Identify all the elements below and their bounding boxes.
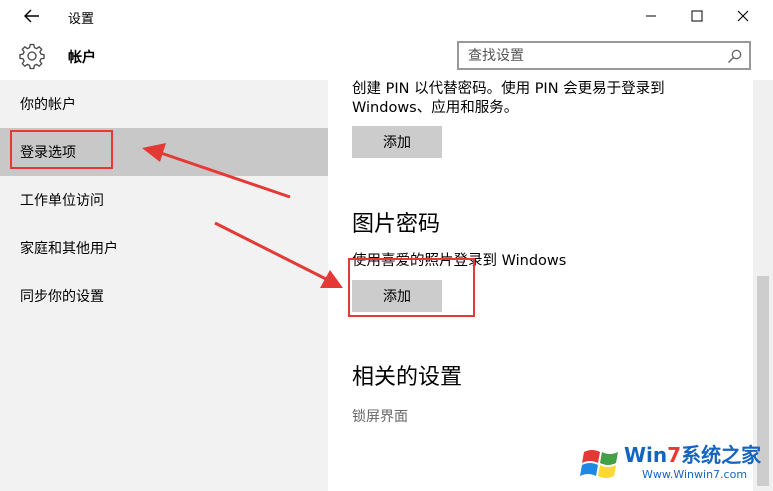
sidebar-item-label: 你的帐户 — [20, 97, 76, 113]
maximize-button[interactable] — [674, 0, 720, 32]
sidebar-item-label: 同步你的设置 — [20, 289, 104, 305]
close-button[interactable] — [720, 0, 766, 32]
windows-logo-icon — [580, 450, 618, 478]
gear-icon — [19, 43, 45, 70]
header: 帐户 — [0, 32, 773, 80]
pin-add-button[interactable]: 添加 — [352, 126, 442, 158]
sidebar-item-family-users[interactable]: 家庭和其他用户 — [0, 224, 328, 272]
back-arrow-icon — [24, 9, 39, 23]
picture-password-heading: 图片密码 — [352, 212, 441, 237]
search-input[interactable] — [459, 43, 719, 68]
close-icon — [737, 10, 749, 22]
maximize-icon — [691, 10, 703, 22]
minimize-button[interactable] — [628, 0, 674, 32]
lock-screen-link[interactable]: 锁屏界面 — [352, 406, 408, 426]
related-settings-heading: 相关的设置 — [352, 365, 463, 390]
sidebar-item-label: 家庭和其他用户 — [20, 241, 118, 257]
vertical-scrollbar[interactable] — [753, 80, 773, 491]
watermark-brand: Win7系统之家 — [624, 443, 762, 467]
highlight-box-picture-password-add — [348, 258, 475, 317]
sidebar-item-label: 工作单位访问 — [20, 193, 104, 209]
sidebar-item-work-access[interactable]: 工作单位访问 — [0, 176, 328, 224]
pin-description-line1: 创建 PIN 以代替密码。使用 PIN 会更易于登录到 — [352, 81, 665, 97]
pin-description-line2: Windows、应用和服务。 — [352, 100, 519, 116]
sidebar-item-sync-settings[interactable]: 同步你的设置 — [0, 272, 328, 320]
back-button[interactable] — [14, 4, 50, 28]
highlight-box-sign-in-options — [10, 130, 113, 169]
minimize-icon — [646, 15, 656, 17]
search-box[interactable] — [457, 41, 751, 70]
search-icon[interactable] — [727, 48, 743, 64]
sidebar-item-your-account[interactable]: 你的帐户 — [0, 80, 328, 128]
watermark: Win7系统之家 Www.Winwin7.com — [578, 436, 773, 491]
window-title: 设置 — [68, 12, 95, 27]
watermark-url: Www.Winwin7.com — [642, 468, 748, 481]
section-title: 帐户 — [68, 50, 96, 66]
title-bar: 设置 — [0, 0, 773, 32]
